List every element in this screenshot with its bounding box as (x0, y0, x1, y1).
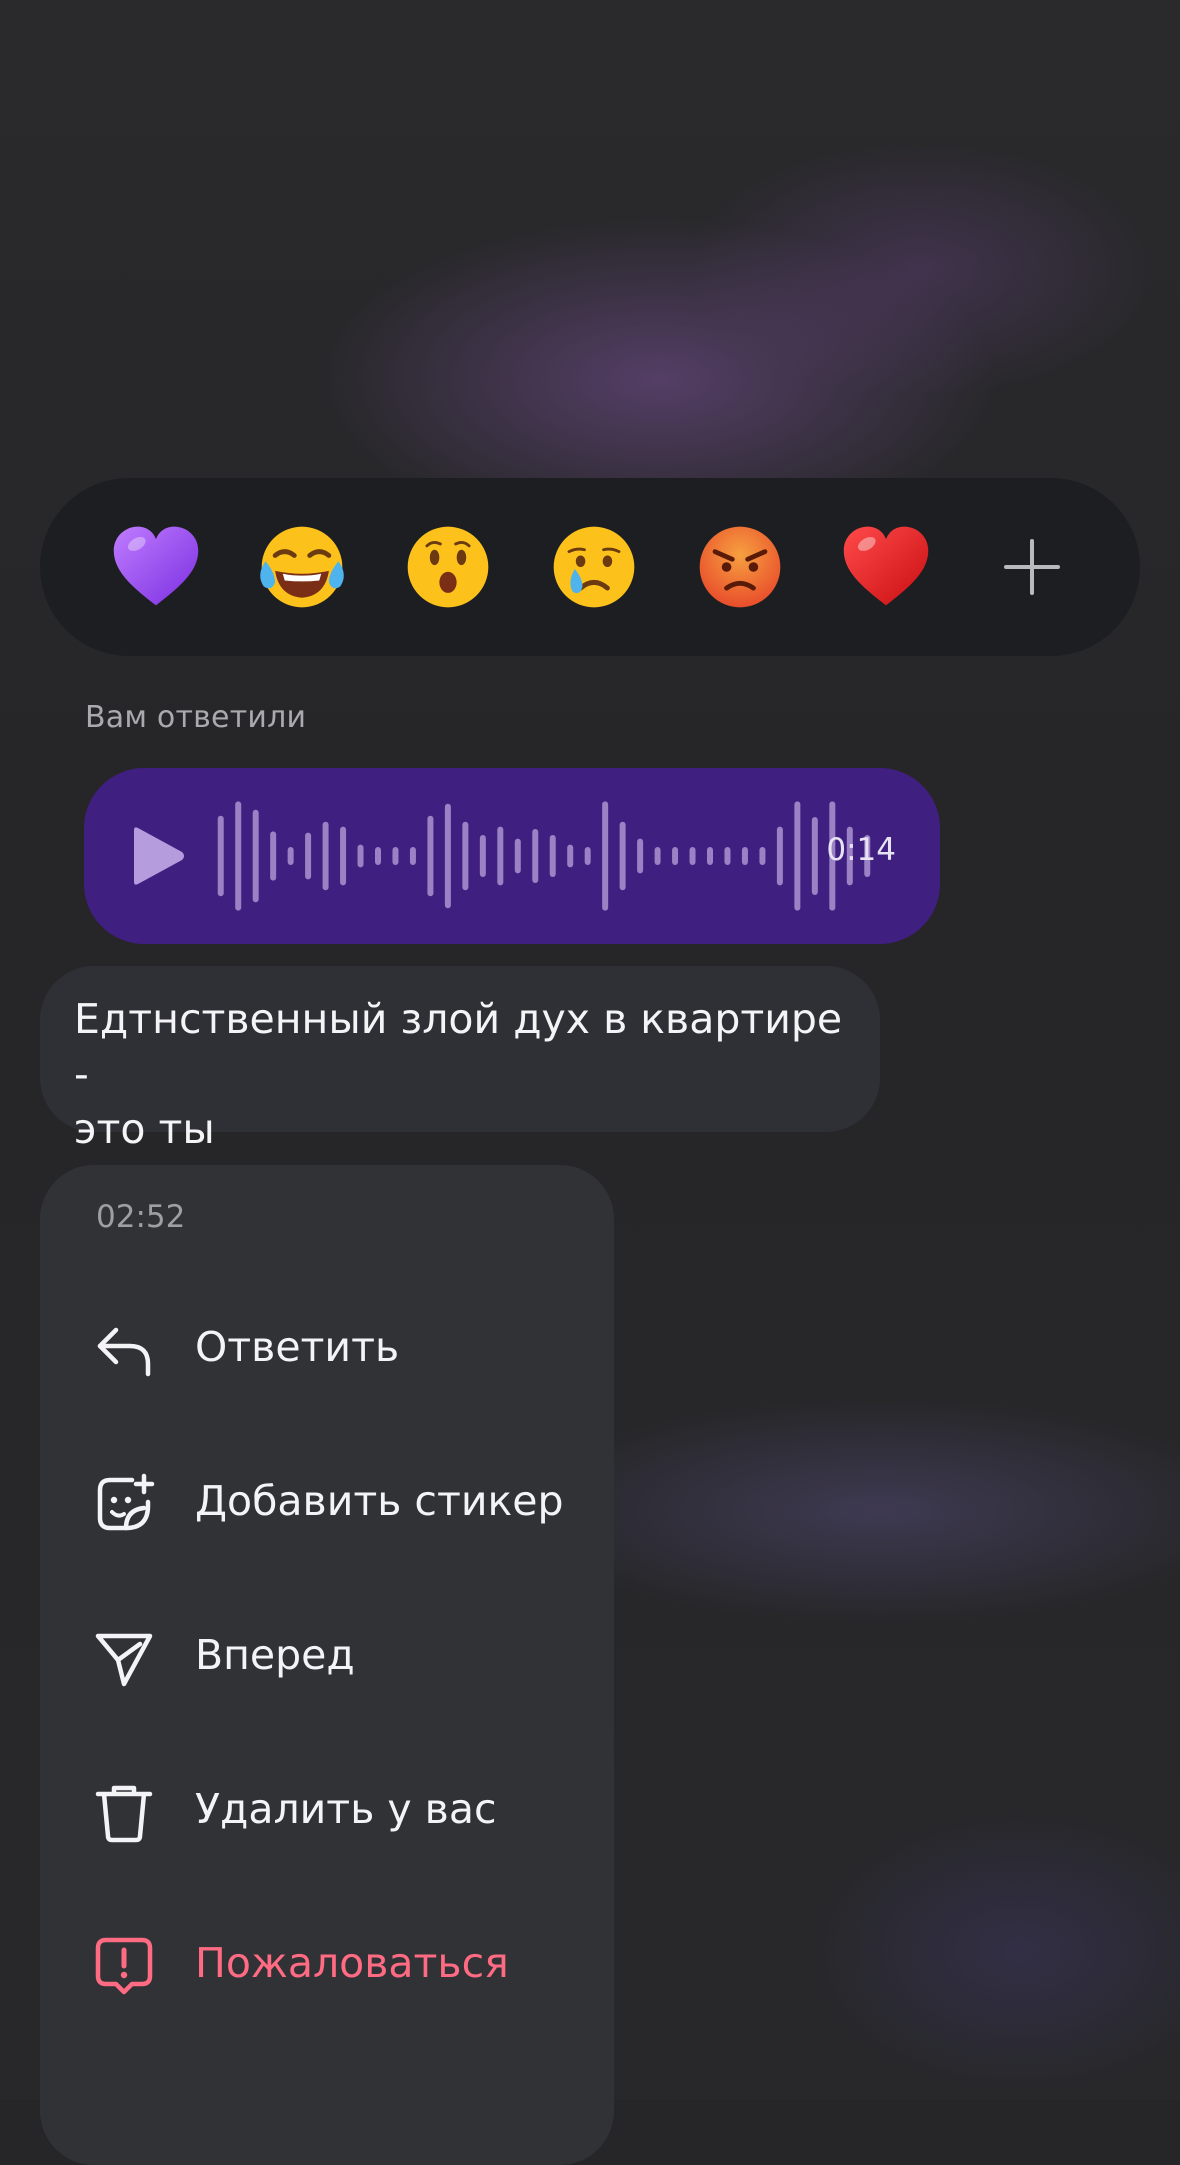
reaction-bar (40, 478, 1140, 656)
face-with-tears-of-joy-icon (260, 526, 344, 608)
purple-heart-icon (113, 526, 199, 606)
menu-item-forward[interactable]: Вперед (40, 1600, 614, 1710)
red-heart-icon (843, 526, 929, 606)
trash-icon (95, 1785, 153, 1843)
play-icon[interactable] (124, 824, 188, 888)
menu-item-delete[interactable]: Удалить у вас (40, 1754, 614, 1864)
reaction-crying[interactable] (544, 517, 644, 617)
menu-item-label: Пожаловаться (195, 1939, 509, 1987)
crying-face-icon (553, 526, 635, 608)
context-menu: 02:52 Ответить Добавить стикер Вперед Уд… (40, 1165, 614, 2165)
forward-icon (95, 1633, 153, 1687)
message-time: 02:52 (96, 1199, 186, 1235)
menu-item-add-sticker[interactable]: Добавить стикер (40, 1446, 614, 1556)
menu-item-reply[interactable]: Ответить (40, 1292, 614, 1402)
reply-icon (97, 1327, 151, 1377)
angry-face-icon (699, 526, 781, 608)
report-icon (95, 1937, 153, 1995)
reaction-surprised[interactable] (398, 517, 498, 617)
menu-item-label: Вперед (195, 1631, 355, 1679)
voice-message-bubble[interactable]: 0:14 (84, 768, 940, 944)
menu-item-label: Удалить у вас (195, 1785, 497, 1833)
reaction-tears-of-joy[interactable] (252, 517, 352, 617)
message-text: Едтнственный злой дух в квартире - это т… (74, 995, 843, 1153)
menu-item-label: Добавить стикер (195, 1477, 564, 1525)
sticker-add-icon (97, 1473, 155, 1531)
menu-item-label: Ответить (195, 1323, 400, 1371)
reaction-purple-heart[interactable] (106, 517, 206, 617)
reply-label: Вам ответили (85, 700, 307, 735)
plus-icon (1004, 539, 1060, 595)
menu-item-report[interactable]: Пожаловаться (40, 1908, 614, 2018)
voice-duration: 0:14 (826, 832, 896, 868)
reaction-angry[interactable] (690, 517, 790, 617)
voice-waveform[interactable] (212, 796, 876, 916)
surprised-face-icon (407, 526, 489, 608)
add-reaction-button[interactable] (982, 517, 1082, 617)
message-bubble[interactable]: Едтнственный злой дух в квартире - это т… (40, 966, 880, 1153)
reaction-red-heart[interactable] (836, 517, 936, 617)
